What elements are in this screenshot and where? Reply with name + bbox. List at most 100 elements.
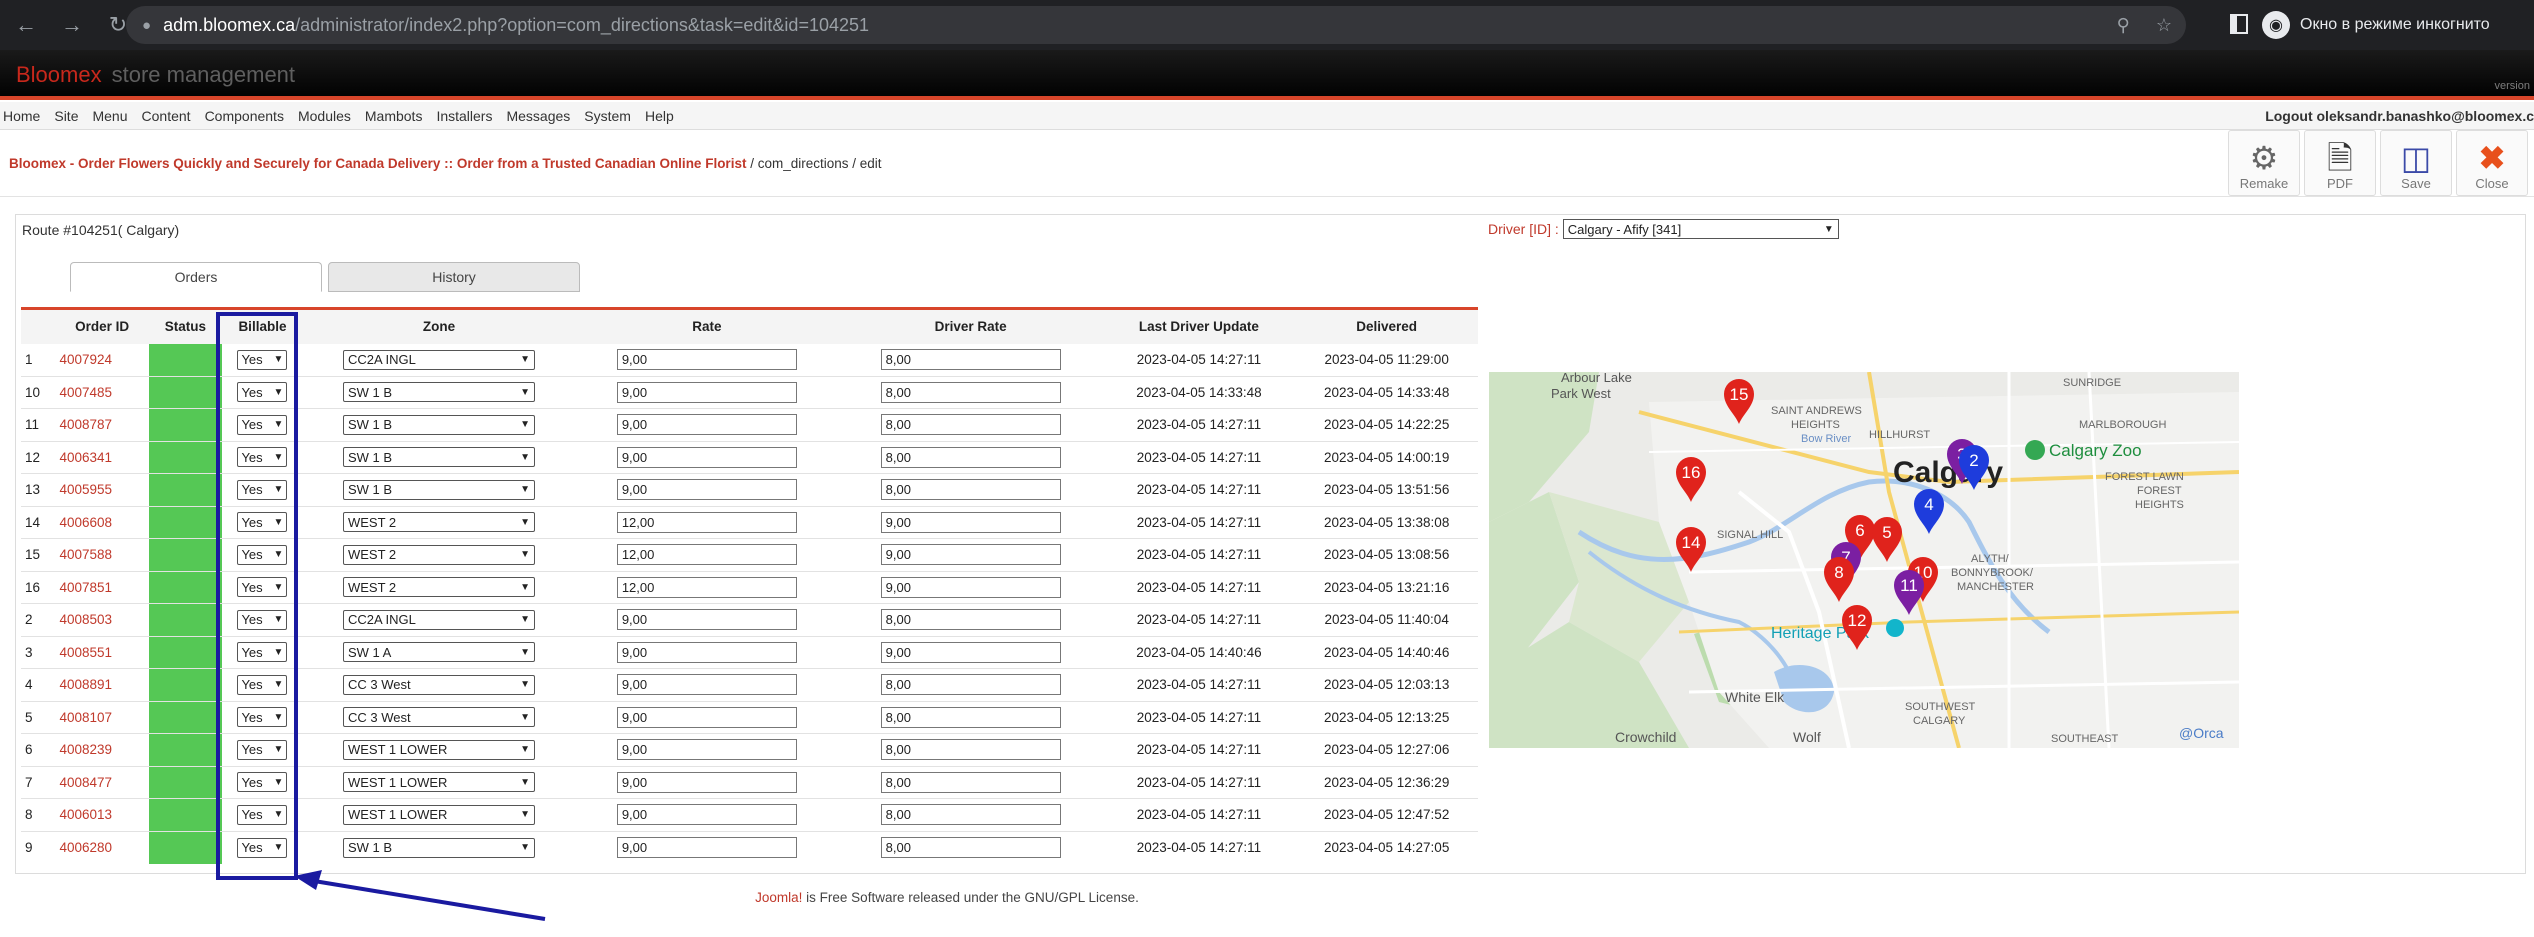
row-index: 7 (21, 766, 56, 799)
order-id-link[interactable]: 4006608 (59, 515, 112, 530)
order-id-link[interactable]: 4006341 (59, 450, 112, 465)
menu-item-mambots[interactable]: Mambots (358, 108, 430, 124)
route-title: Route #104251( Calgary) (22, 222, 180, 238)
breadcrumb-site-link[interactable]: Bloomex - Order Flowers Quickly and Secu… (9, 156, 746, 171)
order-id-link[interactable]: 4008477 (59, 775, 112, 790)
driver-rate-input[interactable]: 8,00 (880, 706, 1061, 728)
menu-item-help[interactable]: Help (638, 108, 681, 124)
rate-input[interactable]: 12,00 (616, 576, 797, 598)
menu-item-messages[interactable]: Messages (499, 108, 577, 124)
menu-item-home[interactable]: Home (0, 108, 47, 124)
rate-input[interactable]: 12,00 (616, 511, 797, 533)
driver-rate-input[interactable]: 9,00 (880, 511, 1061, 533)
zone-select[interactable]: CC2A INGL ▼ (342, 349, 535, 370)
driver-rate-input[interactable]: 8,00 (880, 837, 1061, 858)
menu-item-installers[interactable]: Installers (429, 108, 499, 124)
rate-input[interactable]: 9,00 (616, 837, 797, 858)
driver-rate-input[interactable]: 8,00 (880, 446, 1061, 468)
zone-select[interactable]: SW 1 A ▼ (342, 642, 535, 663)
bookmark-star-icon[interactable]: ☆ (2156, 15, 2172, 36)
rate-input[interactable]: 9,00 (616, 609, 797, 631)
driver-rate-input[interactable]: 8,00 (880, 414, 1061, 436)
order-id-link[interactable]: 4007485 (59, 385, 112, 400)
order-id-link[interactable]: 4008891 (59, 677, 112, 692)
order-id-link[interactable]: 4008503 (59, 612, 112, 627)
driver-rate-input[interactable]: 8,00 (880, 771, 1061, 793)
zone-select[interactable]: WEST 2 ▼ (342, 577, 535, 598)
rate-input[interactable]: 9,00 (616, 414, 797, 436)
menu-item-site[interactable]: Site (47, 108, 85, 124)
order-id-link[interactable]: 4006013 (59, 807, 112, 822)
tab-orders[interactable]: Orders (70, 262, 322, 292)
rate-input[interactable]: 9,00 (616, 479, 797, 501)
brand-name: Bloomex (16, 62, 102, 87)
driver-rate-input[interactable]: 8,00 (880, 381, 1061, 403)
zone-select[interactable]: WEST 1 LOWER ▼ (342, 772, 535, 793)
rate-input[interactable]: 9,00 (616, 674, 797, 696)
driver-rate-input[interactable]: 9,00 (880, 544, 1061, 566)
joomla-link[interactable]: Joomla! (755, 890, 802, 905)
zone-select[interactable]: SW 1 B ▼ (342, 837, 535, 858)
order-id-link[interactable]: 4008239 (59, 742, 112, 757)
map-canvas: Arbour Lake Park West SAINT ANDREWS HEIG… (1489, 372, 2239, 748)
driver-rate-input[interactable]: 8,00 (880, 609, 1061, 631)
rate-input[interactable]: 9,00 (616, 804, 797, 826)
zone-select[interactable]: CC 3 West ▼ (342, 707, 535, 728)
zone-select[interactable]: SW 1 B ▼ (342, 447, 535, 468)
zone-select[interactable]: SW 1 B ▼ (342, 479, 535, 500)
driver-rate-input[interactable]: 8,00 (880, 674, 1061, 696)
logout-link[interactable]: Logout oleksandr.banashko@bloomex.c (2265, 108, 2534, 124)
map-label-bonnybrook: BONNYBROOK/ (1951, 567, 2034, 579)
zone-select[interactable]: WEST 2 ▼ (342, 544, 535, 565)
close-button[interactable]: ✖ Close (2456, 130, 2528, 196)
incognito-indicator[interactable]: ◉ Окно в режиме инкогнито (2262, 6, 2490, 44)
driver-rate-input[interactable]: 9,00 (880, 576, 1061, 598)
rate-input[interactable]: 9,00 (616, 641, 797, 663)
rate-input[interactable]: 9,00 (616, 349, 797, 370)
back-icon[interactable]: ← (6, 5, 46, 45)
order-id-link[interactable]: 4006280 (59, 840, 112, 855)
save-button[interactable]: ◫ Save (2380, 130, 2452, 196)
rate-input[interactable]: 9,00 (616, 771, 797, 793)
zone-select[interactable]: WEST 2 ▼ (342, 512, 535, 533)
rate-input[interactable]: 9,00 (616, 446, 797, 468)
menu-item-menu[interactable]: Menu (85, 108, 134, 124)
address-bar[interactable]: ● adm.bloomex.ca/administrator/index2.ph… (126, 6, 2186, 44)
tab-history[interactable]: History (328, 262, 580, 292)
forward-icon[interactable]: → (52, 5, 92, 45)
side-panel-icon[interactable] (2230, 14, 2248, 34)
zoom-icon[interactable]: ⚲ (2117, 15, 2130, 36)
rate-input[interactable]: 9,00 (616, 706, 797, 728)
order-id-link[interactable]: 4007851 (59, 580, 112, 595)
menu-item-modules[interactable]: Modules (291, 108, 358, 124)
rate-input[interactable]: 12,00 (616, 544, 797, 566)
order-id-link[interactable]: 4008787 (59, 417, 112, 432)
driver-rate-input[interactable]: 8,00 (880, 479, 1061, 501)
zone-select[interactable]: CC2A INGL ▼ (342, 609, 535, 630)
driver-rate-input[interactable]: 8,00 (880, 804, 1061, 826)
rate-input[interactable]: 9,00 (616, 739, 797, 761)
menu-item-components[interactable]: Components (198, 108, 291, 124)
order-id-link[interactable]: 4008107 (59, 710, 112, 725)
zone-select[interactable]: SW 1 B ▼ (342, 414, 535, 435)
order-id-link[interactable]: 4005955 (59, 482, 112, 497)
driver-rate-input[interactable]: 8,00 (880, 739, 1061, 761)
last-update-cell: 2023-04-05 14:27:11 (1102, 343, 1296, 377)
driver-select[interactable]: Calgary - Afify [341] ▼ (1562, 219, 1839, 239)
rate-input[interactable]: 9,00 (616, 381, 797, 403)
zone-select[interactable]: CC 3 West ▼ (342, 674, 535, 695)
zone-select[interactable]: WEST 1 LOWER ▼ (342, 804, 535, 825)
driver-rate-input[interactable]: 9,00 (880, 641, 1061, 663)
order-id-link[interactable]: 4008551 (59, 645, 112, 660)
menu-item-content[interactable]: Content (135, 108, 198, 124)
zone-select[interactable]: WEST 1 LOWER ▼ (342, 739, 535, 760)
order-id-link[interactable]: 4007924 (59, 352, 112, 367)
zone-select[interactable]: SW 1 B ▼ (342, 382, 535, 403)
pdf-button[interactable]: 🗎 PDF (2304, 130, 2376, 196)
route-map[interactable]: Arbour Lake Park West SAINT ANDREWS HEIG… (1489, 372, 2239, 748)
remake-button[interactable]: ⚙ Remake (2228, 130, 2300, 196)
driver-rate-input[interactable]: 8,00 (880, 349, 1061, 370)
delivered-cell: 2023-04-05 13:38:08 (1295, 506, 1478, 539)
menu-item-system[interactable]: System (577, 108, 638, 124)
order-id-link[interactable]: 4007588 (59, 547, 112, 562)
